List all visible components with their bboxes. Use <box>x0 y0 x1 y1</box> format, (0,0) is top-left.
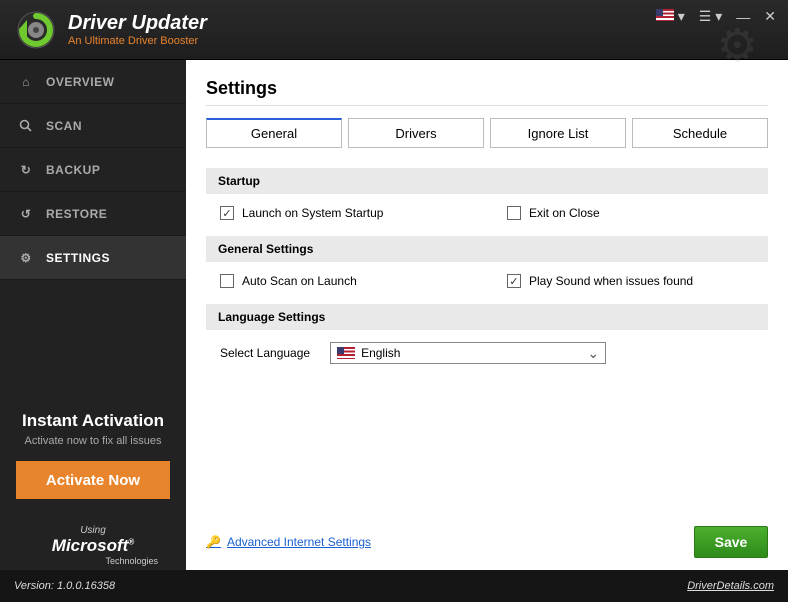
microsoft-badge: Using Microsoft® Technologies <box>0 515 186 570</box>
activate-button[interactable]: Activate Now <box>16 461 170 499</box>
checkbox-launch-startup[interactable]: ✓ Launch on System Startup <box>220 206 467 220</box>
checkbox-icon <box>507 206 521 220</box>
advanced-settings-link[interactable]: 🔑 Advanced Internet Settings <box>206 535 371 549</box>
checkbox-icon: ✓ <box>220 206 234 220</box>
tab-drivers[interactable]: Drivers <box>348 118 484 148</box>
tab-schedule[interactable]: Schedule <box>632 118 768 148</box>
app-title: Driver Updater <box>68 12 207 35</box>
sidebar-item-overview[interactable]: ⌂ OVERVIEW <box>0 60 186 104</box>
page-title: Settings <box>206 78 768 99</box>
checkbox-auto-scan[interactable]: Auto Scan on Launch <box>220 274 467 288</box>
tab-ignore-list[interactable]: Ignore List <box>490 118 626 148</box>
section-general-header: General Settings <box>206 236 768 262</box>
home-icon: ⌂ <box>18 74 34 90</box>
refresh-icon: ↺ <box>18 206 34 222</box>
sidebar-item-label: SCAN <box>46 119 82 133</box>
promo-title: Instant Activation <box>16 411 170 431</box>
section-language-header: Language Settings <box>206 304 768 330</box>
menu-icon[interactable]: ☰ ▾ <box>699 8 722 25</box>
checkbox-exit-close[interactable]: Exit on Close <box>507 206 754 220</box>
sidebar-item-label: BACKUP <box>46 163 100 177</box>
language-flag-button[interactable]: ▾ <box>656 8 685 25</box>
close-icon[interactable]: ✕ <box>764 8 776 25</box>
sidebar-item-label: RESTORE <box>46 207 107 221</box>
site-link[interactable]: DriverDetails.com <box>687 580 774 592</box>
tab-general[interactable]: General <box>206 118 342 148</box>
app-subtitle: An Ultimate Driver Booster <box>68 35 207 47</box>
divider <box>206 105 768 106</box>
flag-icon <box>337 347 355 359</box>
checkbox-icon <box>220 274 234 288</box>
sidebar-item-restore[interactable]: ↺ RESTORE <box>0 192 186 236</box>
sidebar-item-scan[interactable]: SCAN <box>0 104 186 148</box>
promo-subtitle: Activate now to fix all issues <box>16 435 170 447</box>
sidebar-item-backup[interactable]: ↻ BACKUP <box>0 148 186 192</box>
section-startup-header: Startup <box>206 168 768 194</box>
minimize-icon[interactable]: — <box>736 9 750 25</box>
sidebar-item-settings[interactable]: ⚙ SETTINGS <box>0 236 186 280</box>
gear-icon: ⚙ <box>18 250 34 266</box>
language-select[interactable]: English <box>330 342 606 364</box>
save-button[interactable]: Save <box>694 526 768 558</box>
language-label: Select Language <box>220 346 310 360</box>
checkbox-play-sound[interactable]: ✓ Play Sound when issues found <box>507 274 754 288</box>
checkbox-icon: ✓ <box>507 274 521 288</box>
version-label: Version: 1.0.0.16358 <box>14 580 115 592</box>
key-icon: 🔑 <box>206 535 221 549</box>
sidebar-item-label: SETTINGS <box>46 251 110 265</box>
refresh-icon: ↻ <box>18 162 34 178</box>
search-icon <box>18 118 34 134</box>
app-logo-icon <box>16 10 56 50</box>
sidebar-item-label: OVERVIEW <box>46 75 114 89</box>
